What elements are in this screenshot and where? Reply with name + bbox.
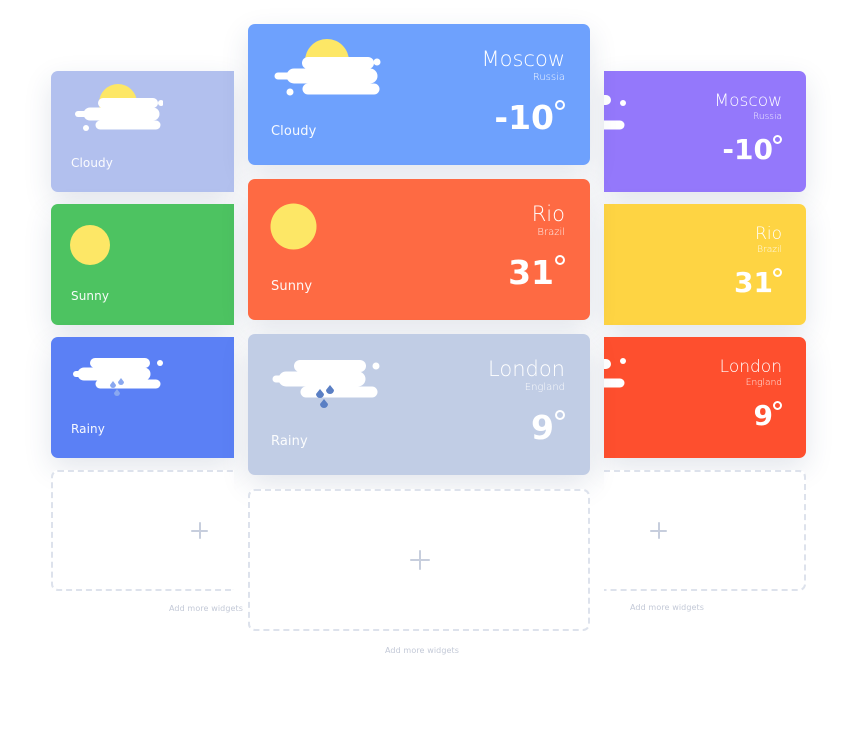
left-widget-column: Cloudy Sunny Rainy Add more widgets xyxy=(51,71,243,613)
country-name: Brazil xyxy=(757,245,782,255)
country-name: England xyxy=(745,378,782,388)
condition-label: Sunny xyxy=(271,279,313,294)
condition-label: Rainy xyxy=(71,422,105,436)
add-more-widgets-label: Add more widgets xyxy=(385,646,460,655)
temperature: 31 xyxy=(508,253,565,293)
weather-card-cloudy[interactable]: Cloudy xyxy=(51,71,234,192)
weather-card-rio[interactable]: Rio Brazil 31 xyxy=(604,204,806,325)
city-name: London xyxy=(719,357,782,377)
city-name: Moscow xyxy=(714,91,782,111)
weather-card-london[interactable]: Rainy London England 9 xyxy=(248,334,590,475)
location-info: Moscow Russia -10 xyxy=(482,46,565,138)
temperature: -10 xyxy=(482,98,565,138)
location-info: Rio Brazil 31 xyxy=(508,201,565,293)
temperature-value: -10 xyxy=(494,98,554,137)
main-widget-column: Cloudy Moscow Russia -10 Sunny Rio Brazi… xyxy=(248,24,590,655)
degree-icon xyxy=(555,255,565,265)
cloud-icon xyxy=(604,95,626,130)
temperature: 9 xyxy=(488,408,565,448)
temperature: -10 xyxy=(714,133,782,167)
temperature-value: -10 xyxy=(722,133,773,166)
weather-card-rainy[interactable]: Rainy xyxy=(51,337,234,458)
degree-icon xyxy=(773,268,782,277)
weather-card-sunny[interactable]: Sunny xyxy=(51,204,234,325)
weather-card-moscow[interactable]: Cloudy Moscow Russia -10 xyxy=(248,24,590,165)
right-widget-column: Moscow Russia -10 Rio Brazil 31 London E… xyxy=(604,71,806,612)
sun-cloud-icon xyxy=(75,84,163,131)
sun-cloud-icon xyxy=(274,39,381,96)
plus-icon xyxy=(650,522,667,539)
add-more-widgets-label: Add more widgets xyxy=(630,603,705,612)
city-name: Rio xyxy=(531,202,565,226)
degree-icon xyxy=(555,410,565,420)
city-name: Moscow xyxy=(481,47,565,71)
plus-icon xyxy=(410,550,430,570)
sun-icon xyxy=(70,225,110,265)
location-info: Rio Brazil 31 xyxy=(734,224,782,300)
location-info: London England 9 xyxy=(488,356,565,448)
city-name: London xyxy=(488,357,565,381)
location-info: London England 9 xyxy=(720,357,782,433)
rain-cloud-icon xyxy=(73,358,163,396)
temperature-value: 9 xyxy=(753,399,773,432)
sun-icon xyxy=(270,203,317,250)
rain-cloud-icon xyxy=(272,360,380,408)
country-name: Russia xyxy=(532,72,565,83)
country-name: England xyxy=(524,382,565,393)
degree-icon xyxy=(555,100,565,110)
condition-label: Sunny xyxy=(71,289,110,303)
cloud-icon xyxy=(604,358,626,388)
weather-card-rio[interactable]: Sunny Rio Brazil 31 xyxy=(248,179,590,320)
add-widget-button[interactable] xyxy=(604,470,806,591)
temperature: 31 xyxy=(734,266,782,300)
temperature-value: 9 xyxy=(531,408,554,447)
country-name: Russia xyxy=(753,112,782,122)
condition-label: Rainy xyxy=(271,434,308,449)
temperature-value: 31 xyxy=(734,266,773,299)
weather-card-london[interactable]: London England 9 xyxy=(604,337,806,458)
weather-card-moscow[interactable]: Moscow Russia -10 xyxy=(604,71,806,192)
condition-label: Cloudy xyxy=(271,124,317,139)
location-info: Moscow Russia -10 xyxy=(714,91,782,167)
plus-icon xyxy=(191,522,208,539)
temperature-value: 31 xyxy=(508,253,554,292)
add-widget-button[interactable] xyxy=(248,489,590,631)
degree-icon xyxy=(773,401,782,410)
city-name: Rio xyxy=(755,224,782,244)
condition-label: Cloudy xyxy=(71,156,113,170)
add-widget-button[interactable] xyxy=(51,470,234,591)
degree-icon xyxy=(773,135,782,144)
country-name: Brazil xyxy=(537,227,565,238)
add-more-widgets-label: Add more widgets xyxy=(169,604,244,613)
temperature: 9 xyxy=(720,399,782,433)
